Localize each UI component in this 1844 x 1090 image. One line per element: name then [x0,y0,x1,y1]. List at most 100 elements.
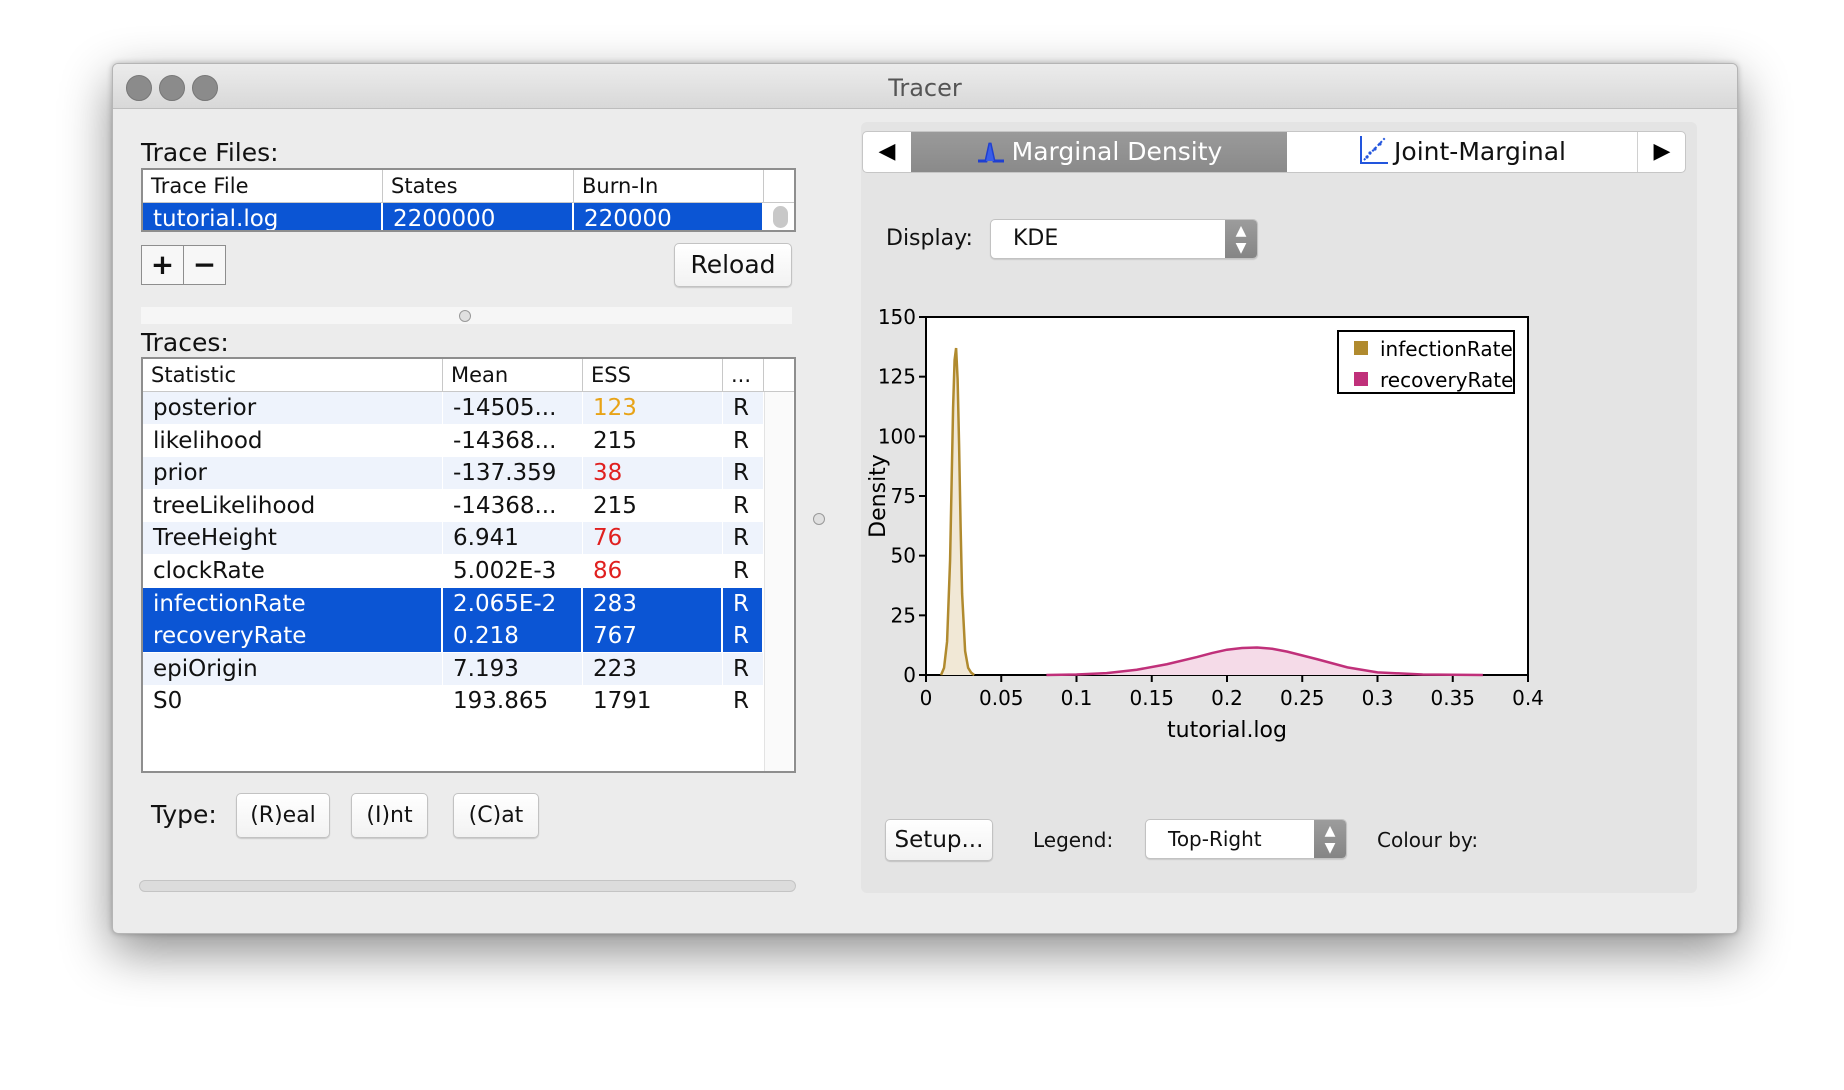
trace-cell-ess: 223 [583,652,723,685]
trace-files-header: Trace File States Burn-In [143,170,794,203]
display-select-value: KDE [1013,226,1059,251]
trace-row-posterior[interactable]: posterior -14505... 123 R [143,392,764,424]
tab-next-arrow-icon[interactable]: ▶ [1637,132,1685,172]
view-tab-bar: ◀ Marginal Density Joint-Marginal ▶ [862,131,1686,173]
legend-label: Legend: [1033,828,1114,852]
trace-cell-type: R [723,652,764,685]
type-real-button[interactable]: (R)eal [236,793,330,838]
x-tick-label: 0.2 [1211,686,1243,710]
title-bar: Tracer [113,64,1737,109]
trace-cell-mean: 5.002E-3 [443,555,583,587]
x-tick-label: 0.35 [1430,686,1475,710]
trace-file-name: tutorial.log [143,203,383,230]
trace-cell-ess: 76 [583,522,723,555]
trace-cell-mean: -14368... [443,489,583,522]
trace-cell-mean: 6.941 [443,522,583,555]
y-tick-label: 50 [891,544,916,568]
column-header-ess[interactable]: ESS [583,359,723,391]
tab-marginal-density[interactable]: Marginal Density [911,132,1287,172]
trace-row-prior[interactable]: prior -137.359 38 R [143,457,764,490]
column-header-mean[interactable]: Mean [443,359,583,391]
trace-cell-stat: prior [143,457,443,490]
window-title: Tracer [888,74,962,102]
y-tick-label: 150 [878,305,916,329]
setup-button[interactable]: Setup... [885,819,993,861]
horizontal-scrollbar[interactable] [139,880,796,892]
type-int-button[interactable]: (I)nt [351,793,428,838]
y-axis-label: Density [866,454,891,538]
column-header-type[interactable]: ... [723,359,764,391]
trace-row-S0[interactable]: S0 193.865 1791 R [143,685,764,718]
trace-row-TreeHeight[interactable]: TreeHeight 6.941 76 R [143,522,764,555]
trace-file-states: 2200000 [383,203,574,230]
legend-swatch-recoveryRate [1354,372,1368,386]
trace-cell-stat: epiOrigin [143,652,443,685]
trace-cell-ess: 1791 [583,685,723,718]
tab-marginal-density-label: Marginal Density [1011,137,1223,166]
trace-cell-ess: 283 [583,587,723,620]
traces-header: Statistic Mean ESS ... [143,359,794,392]
trace-cell-stat: posterior [143,392,443,424]
x-tick-label: 0.4 [1512,686,1544,710]
trace-cell-ess: 215 [583,424,723,457]
legend-select[interactable]: Top-Right ▲ ▼ [1145,819,1347,859]
type-cat-button[interactable]: (C)at [453,793,539,838]
column-header-statistic[interactable]: Statistic [143,359,443,391]
trace-cell-type: R [723,685,764,718]
trace-row-epiOrigin[interactable]: epiOrigin 7.193 223 R [143,652,764,685]
trace-cell-stat: likelihood [143,424,443,457]
column-header-trace-file[interactable]: Trace File [143,170,383,202]
trace-cell-type: R [723,555,764,587]
display-select-stepper-icon: ▲ ▼ [1225,220,1257,258]
trace-cell-ess: 215 [583,489,723,522]
chart-legend: infectionRate recoveryRate [1337,330,1515,394]
x-tick-label: 0.1 [1061,686,1093,710]
trace-row-likelihood[interactable]: likelihood -14368... 215 R [143,424,764,457]
remove-trace-file-button[interactable]: − [183,245,226,285]
trace-cell-ess: 86 [583,555,723,587]
trace-row-infectionRate[interactable]: infectionRate 2.065E-2 283 R [143,587,764,620]
trace-cell-stat: clockRate [143,555,443,587]
x-tick-label: 0.05 [979,686,1024,710]
traces-table: Statistic Mean ESS ... posterior -14505..… [141,357,796,773]
trace-cell-ess: 38 [583,457,723,490]
y-tick-label: 25 [891,603,916,627]
y-tick-label: 125 [878,365,916,389]
tab-prev-arrow-icon[interactable]: ◀ [863,132,911,172]
split-pane-divider[interactable] [141,307,792,324]
trace-files-scrollbar[interactable] [773,206,788,228]
trace-row-recoveryRate[interactable]: recoveryRate 0.218 767 R [143,620,764,653]
trace-cell-mean: -137.359 [443,457,583,490]
reload-button[interactable]: Reload [674,243,792,287]
trace-cell-type: R [723,620,764,653]
x-tick-label: 0.15 [1129,686,1174,710]
legend-swatch-infectionRate [1354,341,1368,355]
legend-select-stepper-icon: ▲ ▼ [1314,820,1346,858]
trace-file-burn-in: 220000 [574,203,764,230]
trace-row-treeLikelihood[interactable]: treeLikelihood -14368... 215 R [143,489,764,522]
display-select[interactable]: KDE ▲ ▼ [990,219,1258,259]
add-trace-file-button[interactable]: + [141,245,184,285]
column-header-burn-in[interactable]: Burn-In [574,170,764,202]
column-header-states[interactable]: States [383,170,574,202]
joint-marginal-icon [1360,136,1389,164]
y-tick-label: 0 [903,663,916,687]
trace-file-row[interactable]: tutorial.log 2200000 220000 [143,203,764,230]
density-chart: 0 25 50 75 100 125 150 0 0.05 0.1 0.15 0.2 0.25 0.3 0… [861,279,1681,789]
display-label: Display: [886,226,973,251]
trace-cell-stat: treeLikelihood [143,489,443,522]
trace-cell-type: R [723,424,764,457]
y-tick-label: 100 [878,424,916,448]
trace-cell-stat: TreeHeight [143,522,443,555]
legend-label-recoveryRate: recoveryRate [1380,368,1513,392]
divider-grip-icon [459,310,471,322]
traces-scrollbar-track[interactable] [764,392,793,771]
trace-cell-stat: infectionRate [143,587,443,620]
trace-row-clockRate[interactable]: clockRate 5.002E-3 86 R [143,555,764,587]
trace-files-label: Trace Files: [141,138,279,167]
trace-cell-mean: 7.193 [443,652,583,685]
vertical-divider-grip-icon[interactable] [813,513,825,525]
trace-cell-stat: S0 [143,685,443,718]
tab-joint-marginal[interactable]: Joint-Marginal [1287,132,1637,172]
trace-files-table: Trace File States Burn-In tutorial.log 2… [141,168,796,232]
